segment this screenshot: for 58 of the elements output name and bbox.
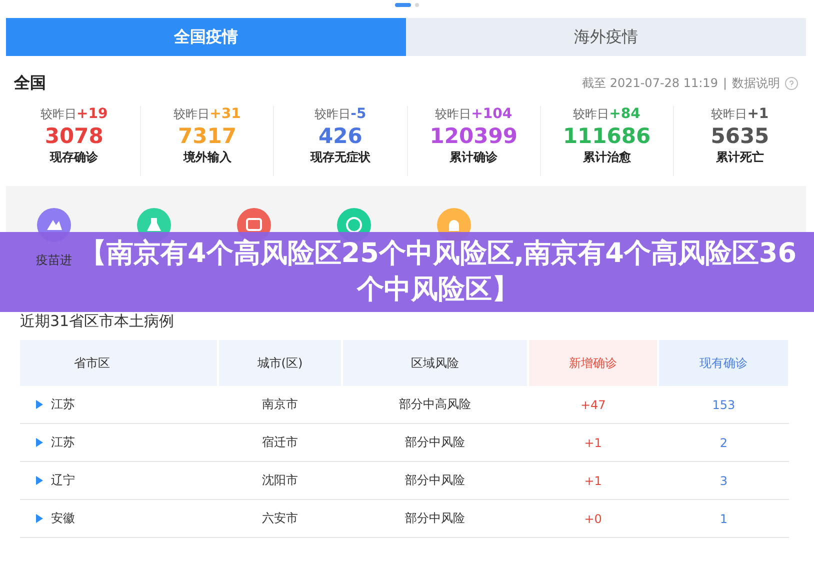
table-cell: 1 <box>720 512 728 526</box>
pager-dot[interactable] <box>415 3 419 7</box>
stat-value: 5635 <box>710 123 770 149</box>
expand-icon[interactable] <box>35 514 43 523</box>
stat-value: 111686 <box>562 123 651 149</box>
column-header: 新增确诊 <box>528 340 658 386</box>
delta-text: 较昨日+84 <box>573 106 640 123</box>
region-tab[interactable]: 海外疫情 <box>406 18 806 56</box>
column-header: 城市(区) <box>218 340 342 386</box>
stat-label: 境外输入 <box>183 149 232 166</box>
table-cell: 3 <box>720 474 728 488</box>
table-cell: 南京市 <box>262 397 298 411</box>
table-cell: 江苏 <box>51 434 75 451</box>
region-tab[interactable]: 全国疫情 <box>6 18 406 56</box>
table-cell: +0 <box>584 512 602 526</box>
data-info-link[interactable]: 数据说明 <box>732 74 780 92</box>
column-header: 区域风险 <box>342 340 528 386</box>
table-cell: +1 <box>584 474 602 488</box>
stat-value: 3078 <box>44 123 104 149</box>
delta-text: 较昨日+31 <box>174 106 241 123</box>
stat-value: 120399 <box>430 123 518 149</box>
table-cell: 部分中风险 <box>404 435 465 449</box>
expand-icon[interactable] <box>35 438 43 447</box>
column-header: 省市区 <box>20 340 218 386</box>
table-cell: +47 <box>580 398 606 412</box>
delta-text: 较昨日-5 <box>314 106 366 123</box>
headline-text: 【南京有4个高风险区25个中风险区,南京有4个高风险区36个中风险区】 <box>78 237 798 307</box>
table-cell: 部分中高风险 <box>398 397 471 411</box>
delta-text: 较昨日+19 <box>40 106 108 123</box>
stat-value: 426 <box>318 123 362 149</box>
expand-icon[interactable] <box>35 400 43 409</box>
table-cell: 宿迁市 <box>262 435 298 449</box>
separator: | <box>722 76 727 90</box>
stat-label: 累计确诊 <box>450 149 498 166</box>
stat-label: 现存确诊 <box>50 149 98 166</box>
table-cell: 安徽 <box>51 510 75 527</box>
section-heading: 近期31省区市本土病例 <box>20 312 174 330</box>
update-time: 截至 2021-07-28 11:19 <box>582 74 718 92</box>
table-cell: 153 <box>712 398 736 412</box>
shortcut-label[interactable]: 疫苗进 <box>36 252 72 269</box>
delta-text: 较昨日+104 <box>435 106 512 123</box>
stat-label: 累计死亡 <box>716 149 764 166</box>
stat-value: 7317 <box>178 123 236 149</box>
expand-icon[interactable] <box>35 476 43 485</box>
stat-label: 累计治愈 <box>582 149 631 166</box>
stat-label: 现存无症状 <box>310 149 370 166</box>
delta-text: 较昨日+1 <box>711 106 769 123</box>
table-cell: 沈阳市 <box>262 473 298 487</box>
table-cell: 江苏 <box>51 396 75 413</box>
table-cell: 2 <box>720 436 728 450</box>
column-header: 现有确诊 <box>658 340 789 386</box>
table-cell: 部分中风险 <box>404 511 465 525</box>
help-icon[interactable] <box>785 76 798 90</box>
table-cell: 部分中风险 <box>404 473 465 487</box>
table-cell: 辽宁 <box>51 472 75 489</box>
table-cell: 六安市 <box>262 511 298 525</box>
section-title: 全国 <box>14 72 46 94</box>
table-cell: +1 <box>584 436 602 450</box>
